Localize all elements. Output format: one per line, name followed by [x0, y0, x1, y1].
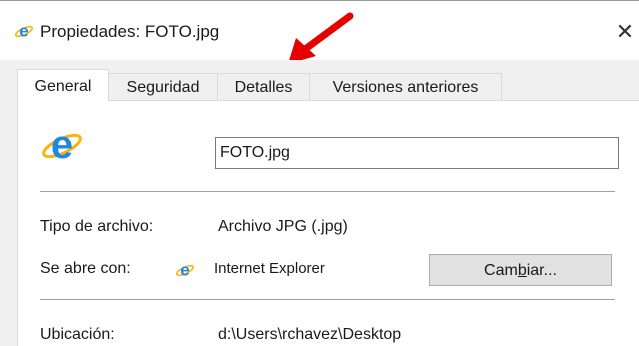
close-icon: ✕	[615, 19, 635, 44]
internet-explorer-icon: e	[14, 22, 34, 41]
file-name-field[interactable]	[215, 137, 619, 169]
change-button[interactable]: Cambiar...	[429, 254, 612, 286]
opens-with-label: Se abre con:	[40, 260, 131, 277]
change-button-label-start: Cam	[484, 262, 518, 279]
location-label: Ubicación:	[40, 326, 115, 343]
separator	[40, 191, 615, 192]
tab-versiones-anteriores[interactable]: Versiones anteriores	[309, 73, 502, 100]
separator	[40, 299, 615, 300]
internet-explorer-icon: e	[175, 261, 195, 280]
tab-general[interactable]: General	[17, 69, 109, 101]
change-button-mnemonic: b	[517, 262, 527, 279]
tab-seguridad[interactable]: Seguridad	[108, 73, 218, 100]
close-button[interactable]: ✕	[612, 17, 638, 47]
svg-text:e: e	[51, 123, 73, 166]
svg-text:e: e	[180, 261, 189, 280]
tab-strip: General Seguridad Detalles Versiones ant…	[0, 69, 639, 101]
file-type-value: Archivo JPG (.jpg)	[218, 218, 348, 235]
file-type-label: Tipo de archivo:	[40, 218, 154, 235]
internet-explorer-icon: e	[42, 123, 82, 166]
change-button-label-end: iar...	[526, 262, 557, 279]
tab-detalles[interactable]: Detalles	[217, 73, 310, 100]
location-value: d:\Users\rchavez\Desktop	[218, 326, 402, 343]
window-title: Propiedades: FOTO.jpg	[40, 22, 220, 41]
opens-with-app: Internet Explorer	[214, 260, 325, 277]
svg-text:e: e	[19, 22, 28, 41]
